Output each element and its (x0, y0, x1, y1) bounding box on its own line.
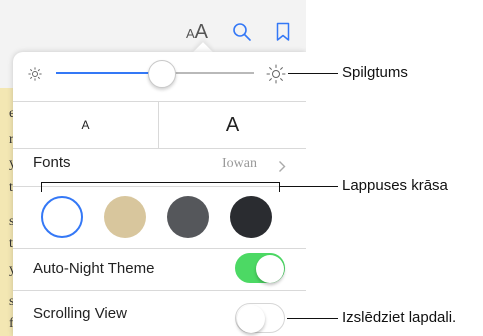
theme-swatch-sepia[interactable] (104, 196, 146, 238)
auto-night-theme-label: Auto-Night Theme (33, 260, 155, 277)
callout-line-page-color (280, 186, 338, 187)
theme-swatch-gray[interactable] (167, 196, 209, 238)
fonts-value: Iowan (222, 156, 257, 171)
callout-brightness: Spilgtums (342, 64, 408, 81)
callout-bracket-left (41, 182, 42, 192)
decrease-font-size-button[interactable]: A (13, 102, 158, 148)
increase-font-size-button[interactable]: A (159, 102, 306, 148)
bookmark-button[interactable] (276, 22, 290, 47)
callout-bracket-top (41, 182, 280, 183)
callout-line-scrolling (287, 318, 338, 319)
auto-night-theme-toggle[interactable] (235, 253, 285, 283)
brightness-slider-fill (56, 72, 161, 74)
divider (13, 186, 306, 187)
scrolling-view-toggle[interactable] (235, 303, 285, 333)
theme-swatch-white[interactable] (41, 196, 83, 238)
chevron-right-icon (279, 161, 286, 172)
fonts-label: Fonts (33, 154, 71, 171)
text-appearance-button[interactable]: AA (186, 21, 208, 44)
toggle-knob (237, 305, 265, 333)
callout-scrolling: Izslēdziet lapdali. (342, 309, 457, 326)
theme-swatch-night[interactable] (230, 196, 272, 238)
scrolling-view-label: Scrolling View (33, 305, 127, 322)
search-icon (233, 23, 251, 41)
brightness-slider-thumb[interactable] (147, 60, 176, 88)
brightness-low-icon (28, 67, 42, 81)
bookmark-icon (276, 22, 290, 41)
fonts-row[interactable]: Fonts Iowan (13, 149, 306, 185)
toggle-knob (256, 255, 284, 283)
callout-bracket-right (279, 182, 280, 192)
callout-line-brightness (288, 73, 338, 74)
callout-page-color: Lappuses krāsa (342, 177, 448, 194)
ibooks-screen: e r y t s t y s f AA (0, 0, 306, 336)
search-button[interactable] (232, 22, 252, 47)
font-size-large-icon: A (194, 21, 209, 43)
font-size-small-icon: A (186, 26, 195, 41)
brightness-high-icon (266, 64, 286, 84)
